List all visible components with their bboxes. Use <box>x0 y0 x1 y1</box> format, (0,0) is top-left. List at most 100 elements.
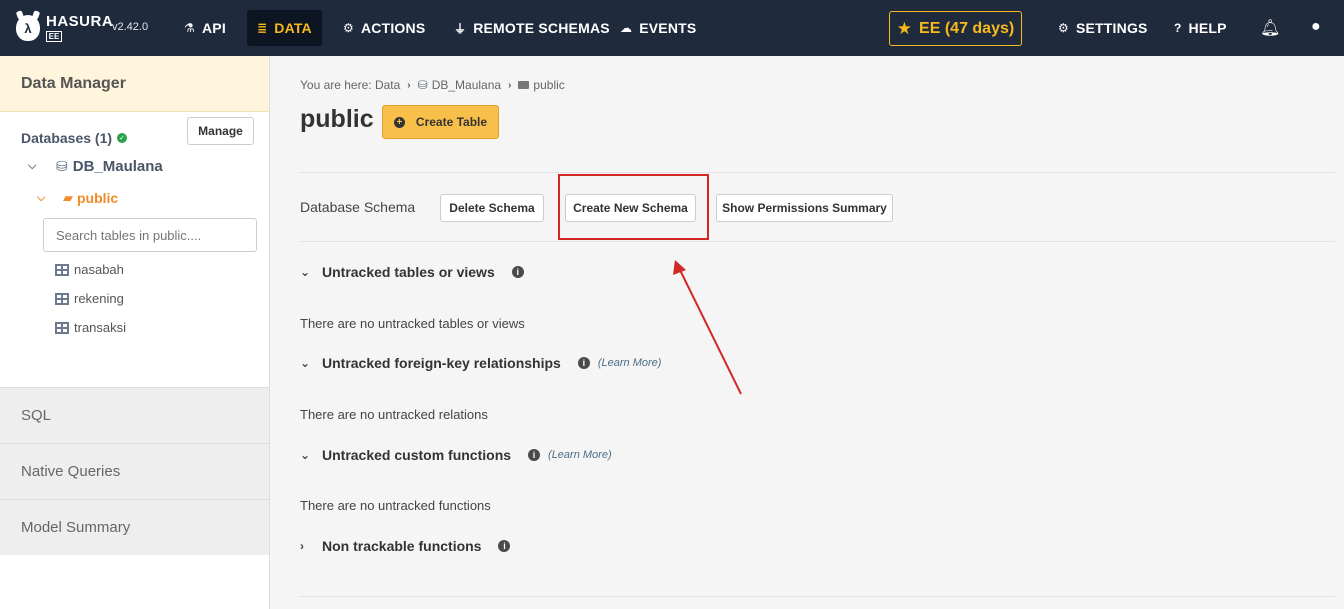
nav-events-label: EVENTS <box>639 20 697 36</box>
question-circle-icon: ? <box>1174 21 1182 35</box>
user-icon[interactable]: ● <box>1311 18 1321 36</box>
table-icon <box>55 263 69 276</box>
cogs-icon: ⚙ <box>343 21 354 35</box>
ee-trial-badge[interactable]: ★ EE (47 days) <box>889 11 1022 46</box>
delete-schema-button[interactable]: Delete Schema <box>440 194 544 222</box>
ee-badge-label: EE (47 days) <box>919 19 1015 37</box>
info-icon[interactable]: i <box>577 357 590 369</box>
empty-message: There are no untracked tables or views <box>300 316 525 331</box>
nav-data[interactable]: ≣ DATA <box>247 10 322 46</box>
chevron-down-icon: ⌄ <box>300 356 311 370</box>
chevron-right-icon: › <box>508 79 512 91</box>
plug-icon: ⏚ <box>454 21 467 36</box>
chevron-right-icon: › <box>407 79 411 91</box>
flask-icon: ⚗ <box>184 21 195 35</box>
divider <box>300 596 1335 597</box>
nav-events[interactable]: ☁ EVENTS <box>610 0 706 56</box>
info-icon[interactable]: i <box>498 540 511 552</box>
annotation-highlight-box <box>558 174 709 240</box>
chevron-down-icon: ⌵ <box>37 191 46 204</box>
chevron-down-icon: ⌵ <box>28 160 37 172</box>
nav-help-label: HELP <box>1188 20 1227 36</box>
folder-open-icon: ▰ <box>63 190 73 205</box>
sidebar-item-model-summary[interactable]: Model Summary <box>0 499 269 555</box>
folder-icon <box>518 81 530 89</box>
create-table-label: Create Table <box>415 115 488 129</box>
database-icon: ⛁ <box>56 158 68 174</box>
database-icon: ⛁ <box>417 78 428 92</box>
section-untracked-relationships[interactable]: ⌄ Untracked foreign-key relationships i … <box>300 355 661 371</box>
edition-label: EE <box>46 31 62 42</box>
sidebar-item-table[interactable]: rekening <box>55 291 124 306</box>
nav-actions-label: ACTIONS <box>360 20 426 36</box>
sidebar: Data Manager Databases (1) ✓ Manage ⌵ ⛁ … <box>0 56 270 609</box>
gear-icon: ⚙ <box>1058 21 1069 35</box>
section-untracked-tables[interactable]: ⌄ Untracked tables or views i <box>300 264 524 280</box>
table-name: nasabah <box>74 262 124 277</box>
sidebar-item-table[interactable]: transaksi <box>55 320 126 335</box>
breadcrumb-database[interactable]: DB_Maulana <box>432 78 501 92</box>
nav-remote-schemas[interactable]: ⏚ REMOTE SCHEMAS <box>444 0 620 56</box>
manage-button[interactable]: Manage <box>187 117 254 145</box>
database-icon: ≣ <box>257 21 268 35</box>
sidebar-item-native-queries[interactable]: Native Queries <box>0 443 269 499</box>
breadcrumb: You are here: Data › ⛁ DB_Maulana › publ… <box>300 78 565 92</box>
divider <box>300 172 1335 173</box>
page-title: public <box>300 105 374 133</box>
schema-name: public <box>77 190 119 206</box>
create-table-button[interactable]: + Create Table <box>382 105 499 139</box>
check-circle-icon: ✓ <box>117 133 128 143</box>
empty-message: There are no untracked relations <box>300 407 488 422</box>
bell-icon[interactable]: 🔔︎ <box>1260 18 1280 38</box>
hasura-logo-icon: λ <box>16 15 40 41</box>
databases-label: Databases (1) <box>21 130 113 146</box>
nav-data-label: DATA <box>274 20 312 36</box>
database-schema-label: Database Schema <box>300 199 416 215</box>
breadcrumb-schema[interactable]: public <box>533 78 564 92</box>
table-search-input[interactable] <box>43 218 257 252</box>
brand-name: HASURA <box>46 13 114 30</box>
info-icon[interactable]: i <box>511 266 524 278</box>
section-untracked-functions[interactable]: ⌄ Untracked custom functions i (Learn Mo… <box>300 447 612 463</box>
divider <box>300 241 1335 242</box>
nav-actions[interactable]: ⚙ ACTIONS <box>333 0 435 56</box>
nav-remote-schemas-label: REMOTE SCHEMAS <box>473 20 610 36</box>
table-name: transaksi <box>74 320 127 335</box>
learn-more-link[interactable]: (Learn More) <box>548 449 612 461</box>
table-icon <box>55 321 69 334</box>
section-title: Untracked tables or views <box>322 264 495 280</box>
nav-api-label: API <box>201 20 226 36</box>
hasura-logo[interactable]: λ HASURA EE <box>16 12 113 44</box>
chevron-right-icon: › <box>300 539 304 553</box>
plus-circle-icon: + <box>393 116 405 128</box>
sidebar-item-database[interactable]: ⌵ ⛁ DB_Maulana <box>28 158 163 175</box>
sidebar-item-sql[interactable]: SQL <box>0 387 269 443</box>
section-non-trackable-functions[interactable]: › Non trackable functions i <box>300 538 511 554</box>
cloud-icon: ☁ <box>620 21 633 35</box>
chevron-down-icon: ⌄ <box>300 265 311 279</box>
nav-settings-label: SETTINGS <box>1075 20 1148 36</box>
empty-message: There are no untracked functions <box>300 498 491 513</box>
show-permissions-summary-button[interactable]: Show Permissions Summary <box>716 194 893 222</box>
nav-api[interactable]: ⚗ API <box>174 0 236 56</box>
databases-heading: Databases (1) ✓ <box>21 130 128 146</box>
section-title: Non trackable functions <box>322 538 482 554</box>
section-title: Untracked custom functions <box>322 447 512 463</box>
table-name: rekening <box>74 291 124 306</box>
nav-settings[interactable]: ⚙ SETTINGS <box>1048 0 1158 56</box>
database-name: DB_Maulana <box>72 158 163 175</box>
table-icon <box>55 292 69 305</box>
info-icon[interactable]: i <box>528 449 541 461</box>
breadcrumb-data[interactable]: You are here: Data <box>300 78 400 92</box>
nav-help[interactable]: ? HELP <box>1164 0 1237 56</box>
learn-more-link[interactable]: (Learn More) <box>598 357 662 369</box>
main-content: You are here: Data › ⛁ DB_Maulana › publ… <box>271 56 1344 609</box>
chevron-down-icon: ⌄ <box>300 448 311 462</box>
version-label: v2.42.0 <box>112 21 149 33</box>
sidebar-item-table[interactable]: nasabah <box>55 262 124 277</box>
sidebar-item-schema[interactable]: ⌵ ▰ public <box>37 190 118 206</box>
section-title: Untracked foreign-key relationships <box>322 355 561 371</box>
top-navbar: λ HASURA EE v2.42.0 ⚗ API ≣ DATA ⚙ ACTIO… <box>0 0 1344 56</box>
sidebar-header: Data Manager <box>0 56 269 112</box>
star-icon: ★ <box>896 18 913 38</box>
